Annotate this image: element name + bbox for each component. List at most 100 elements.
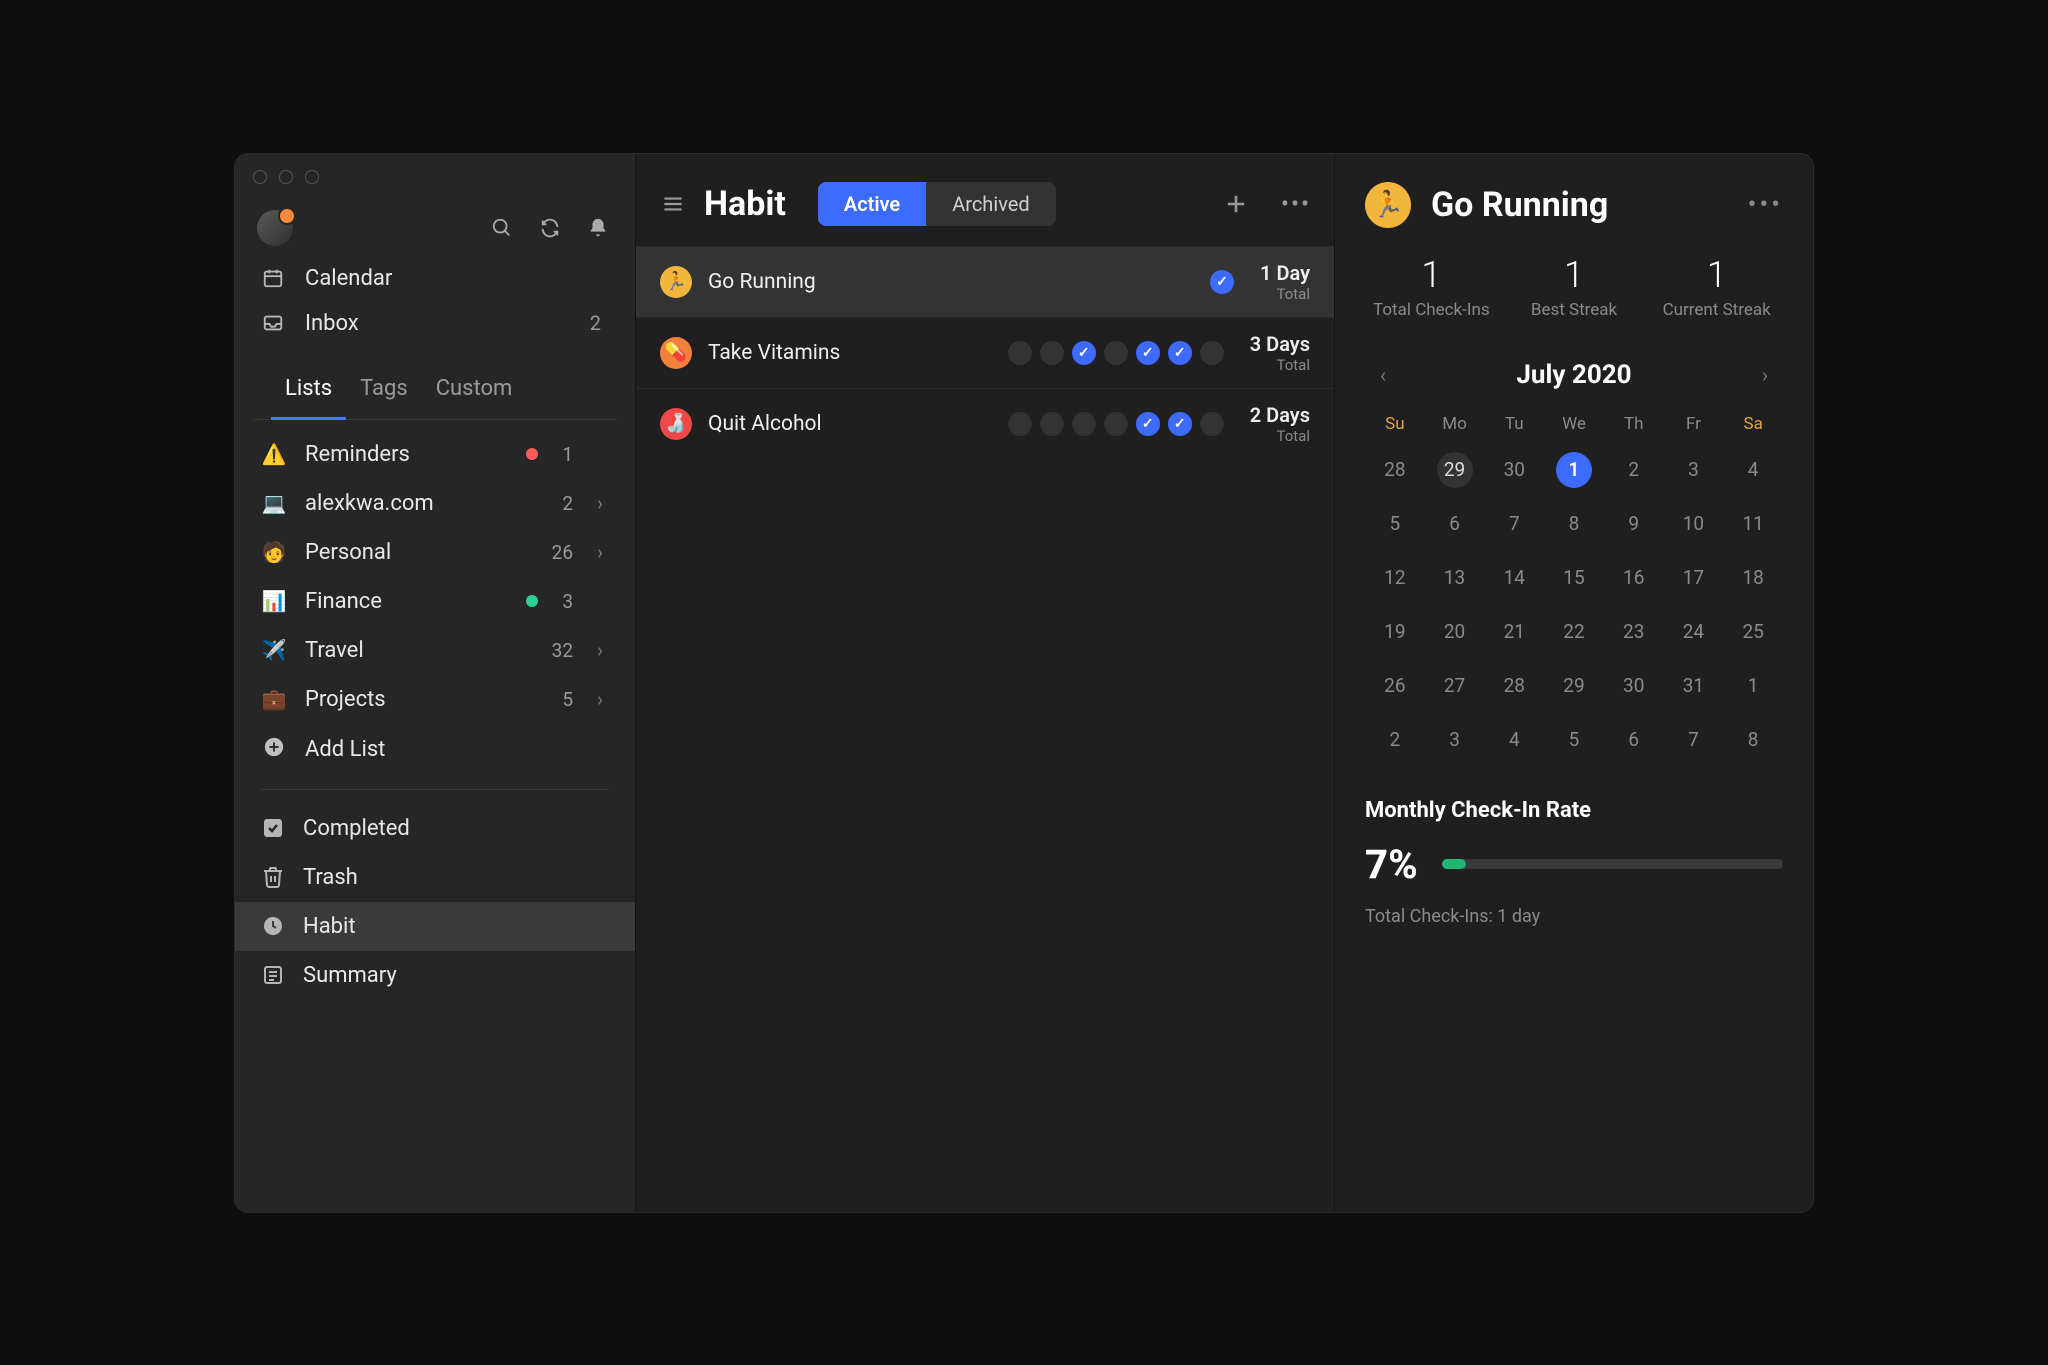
day-dot[interactable] [1178, 270, 1202, 294]
calendar-day[interactable]: 13 [1425, 560, 1485, 596]
calendar-day[interactable]: 16 [1604, 560, 1664, 596]
sidebar-item-label: Summary [303, 963, 397, 988]
more-icon[interactable]: ••• [1282, 190, 1310, 218]
calendar-day[interactable]: 28 [1484, 668, 1544, 704]
calendar-day[interactable]: 14 [1484, 560, 1544, 596]
day-dot[interactable] [1008, 341, 1032, 365]
calendar-day[interactable]: 27 [1425, 668, 1485, 704]
sidebar-list-item[interactable]: ✈️ Travel 32 › [235, 626, 635, 675]
calendar-day[interactable]: 18 [1723, 560, 1783, 596]
calendar-day[interactable]: 9 [1604, 506, 1664, 542]
sidebar-list-item[interactable]: ⚠️ Reminders 1 [235, 430, 635, 479]
tab-tags[interactable]: Tags [346, 366, 422, 419]
day-dot[interactable] [1136, 412, 1160, 436]
calendar-day[interactable]: 21 [1484, 614, 1544, 650]
sidebar-list-item[interactable]: 💼 Projects 5 › [235, 675, 635, 724]
day-dot[interactable] [1072, 412, 1096, 436]
sidebar-item-calendar[interactable]: Calendar [235, 256, 635, 301]
calendar-day[interactable]: 3 [1664, 452, 1724, 488]
day-dot[interactable] [1018, 270, 1042, 294]
day-dot[interactable] [1082, 270, 1106, 294]
habit-detail-pane: 🏃 Go Running ••• 1 Total Check-Ins 1 Bes… [1335, 154, 1813, 1212]
calendar-day[interactable]: 2 [1604, 452, 1664, 488]
day-dot[interactable] [1136, 341, 1160, 365]
habit-row[interactable]: 💊 Take Vitamins 3 Days Total [636, 317, 1334, 388]
minimize-window-dot[interactable] [279, 170, 293, 184]
day-dot[interactable] [1168, 412, 1192, 436]
day-dot[interactable] [1146, 270, 1170, 294]
calendar-day[interactable]: 3 [1425, 722, 1485, 758]
detail-more-icon[interactable]: ••• [1748, 190, 1783, 220]
calendar-day[interactable]: 20 [1425, 614, 1485, 650]
calendar-day[interactable]: 12 [1365, 560, 1425, 596]
next-month-icon[interactable]: › [1753, 363, 1777, 387]
prev-month-icon[interactable]: ‹ [1371, 363, 1395, 387]
calendar-day[interactable]: 8 [1544, 506, 1604, 542]
calendar-day[interactable]: 2 [1365, 722, 1425, 758]
day-dot[interactable] [1104, 412, 1128, 436]
calendar-day[interactable]: 6 [1604, 722, 1664, 758]
calendar-day[interactable]: 24 [1664, 614, 1724, 650]
calendar-day[interactable]: 7 [1484, 506, 1544, 542]
sidebar-list-item[interactable]: 💻 alexkwa.com 2 › [235, 479, 635, 528]
day-dot[interactable] [1104, 341, 1128, 365]
day-dot[interactable] [1050, 270, 1074, 294]
calendar-day[interactable]: 30 [1604, 668, 1664, 704]
close-window-dot[interactable] [253, 170, 267, 184]
calendar-day[interactable]: 1 [1723, 668, 1783, 704]
bell-icon[interactable] [583, 213, 613, 243]
avatar[interactable] [257, 210, 293, 246]
calendar-day[interactable]: 10 [1664, 506, 1724, 542]
sidebar-item-completed[interactable]: Completed [235, 804, 635, 853]
calendar-day[interactable]: 29 [1425, 452, 1485, 488]
calendar-day[interactable]: 25 [1723, 614, 1783, 650]
calendar-day[interactable]: 5 [1544, 722, 1604, 758]
list-emoji-icon: ✈️ [261, 638, 287, 662]
sidebar-item-summary[interactable]: Summary [235, 951, 635, 1000]
calendar-day[interactable]: 19 [1365, 614, 1425, 650]
calendar-day[interactable]: 11 [1723, 506, 1783, 542]
add-list-button[interactable]: Add List [235, 724, 635, 775]
day-dot[interactable] [1168, 341, 1192, 365]
sync-icon[interactable] [535, 213, 565, 243]
day-dot[interactable] [1008, 412, 1032, 436]
calendar-day[interactable]: 6 [1425, 506, 1485, 542]
sidebar-list-item[interactable]: 📊 Finance 3 [235, 577, 635, 626]
sidebar-item-trash[interactable]: Trash [235, 853, 635, 902]
calendar-day[interactable]: 1 [1544, 452, 1604, 488]
calendar-day[interactable]: 26 [1365, 668, 1425, 704]
tab-custom[interactable]: Custom [422, 366, 527, 419]
day-dot[interactable] [1200, 412, 1224, 436]
day-dot[interactable] [1200, 341, 1224, 365]
calendar-day[interactable]: 5 [1365, 506, 1425, 542]
sidebar-item-habit[interactable]: Habit [235, 902, 635, 951]
maximize-window-dot[interactable] [305, 170, 319, 184]
sidebar-list-item[interactable]: 🧑 Personal 26 › [235, 528, 635, 577]
calendar-day[interactable]: 17 [1664, 560, 1724, 596]
day-dot[interactable] [1072, 341, 1096, 365]
calendar-day[interactable]: 23 [1604, 614, 1664, 650]
hamburger-icon[interactable] [660, 191, 686, 217]
calendar-day[interactable]: 8 [1723, 722, 1783, 758]
calendar-day[interactable]: 31 [1664, 668, 1724, 704]
habit-row[interactable]: 🏃 Go Running 1 Day Total [636, 246, 1334, 317]
calendar-day[interactable]: 29 [1544, 668, 1604, 704]
day-dot[interactable] [1114, 270, 1138, 294]
seg-archived[interactable]: Archived [926, 182, 1055, 226]
day-dot[interactable] [1040, 341, 1064, 365]
calendar-day[interactable]: 4 [1484, 722, 1544, 758]
tab-lists[interactable]: Lists [271, 366, 346, 420]
add-habit-icon[interactable] [1222, 190, 1250, 218]
calendar-day[interactable]: 7 [1664, 722, 1724, 758]
calendar-day[interactable]: 22 [1544, 614, 1604, 650]
day-dot[interactable] [1210, 270, 1234, 294]
calendar-day[interactable]: 15 [1544, 560, 1604, 596]
search-icon[interactable] [487, 213, 517, 243]
calendar-day[interactable]: 28 [1365, 452, 1425, 488]
sidebar-item-inbox[interactable]: Inbox 2 [235, 301, 635, 346]
day-dot[interactable] [1040, 412, 1064, 436]
calendar-day[interactable]: 30 [1484, 452, 1544, 488]
habit-row[interactable]: 🍶 Quit Alcohol 2 Days Total [636, 388, 1334, 459]
calendar-day[interactable]: 4 [1723, 452, 1783, 488]
seg-active[interactable]: Active [818, 182, 926, 226]
